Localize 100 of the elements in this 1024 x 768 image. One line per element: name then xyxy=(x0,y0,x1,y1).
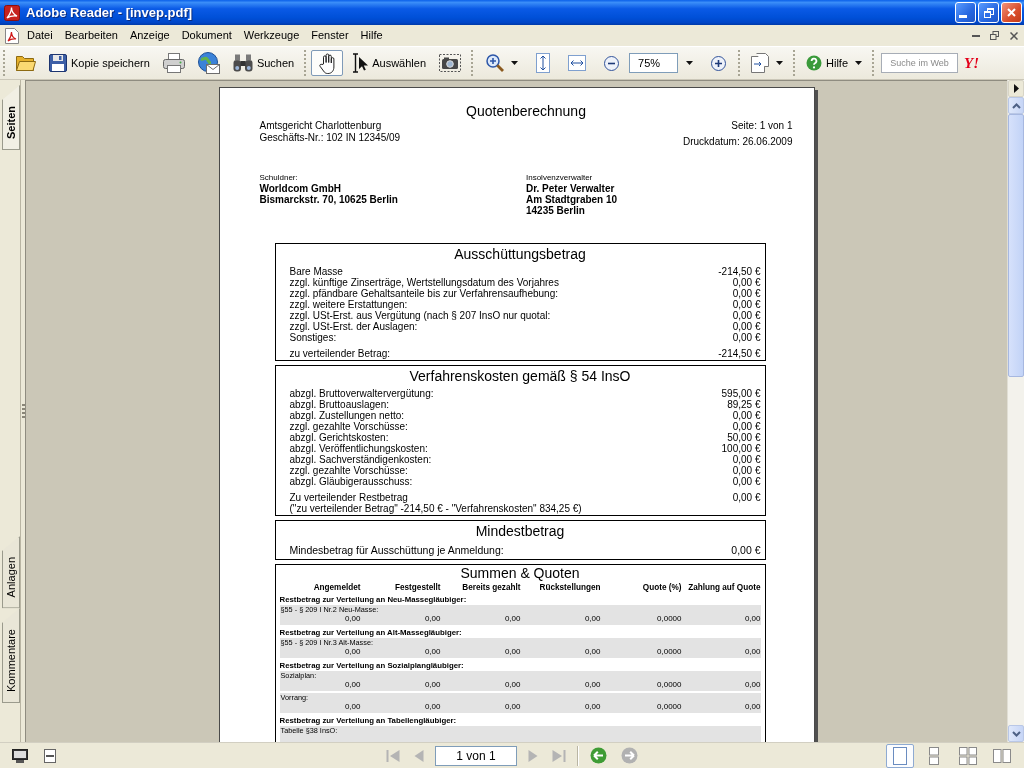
search-button[interactable]: Suchen xyxy=(226,50,301,76)
party-address-line: Dr. Peter Verwalter xyxy=(526,183,616,194)
row-label: zzgl. gezahlte Vorschüsse: xyxy=(289,465,408,476)
column-header: Quote (%) xyxy=(641,582,682,594)
caret-icon xyxy=(686,61,694,65)
page-number-field[interactable]: 1 von 1 xyxy=(435,745,517,766)
row-label: abzgl. Veröffentlichungskosten: xyxy=(289,443,428,454)
table-value: 0,00 xyxy=(343,702,361,712)
minimize-icon xyxy=(959,15,967,18)
table-value: 0,00 xyxy=(583,614,601,624)
logo-button[interactable]: Y! xyxy=(959,54,985,72)
chevron-down-icon xyxy=(1011,730,1021,737)
table-value: 0,00 xyxy=(503,647,521,657)
hand-tool-button[interactable] xyxy=(311,50,344,76)
printer-icon xyxy=(162,53,185,73)
scroll-down-button[interactable] xyxy=(1008,725,1024,742)
table-value: 0,00 xyxy=(423,680,441,690)
side-tab[interactable]: Seiten xyxy=(2,85,20,150)
page-count: Seite: 1 von 1 xyxy=(730,120,793,132)
row-label: zzgl. weitere Erstattungen: xyxy=(289,299,408,310)
table-value: 0,00 xyxy=(423,702,441,712)
web-search-field[interactable]: Suche im Web xyxy=(881,53,959,73)
table-value: 0,0000 xyxy=(656,702,682,712)
table-value: 0,00 xyxy=(503,614,521,624)
options-button[interactable] xyxy=(1008,80,1024,97)
row-value: 0,00 € xyxy=(731,544,761,556)
party-label: Insolvenzverwalter xyxy=(526,173,594,183)
row-value: 0,00 € xyxy=(731,421,761,432)
close-icon xyxy=(1009,31,1018,40)
triangle-left-icon xyxy=(414,748,424,763)
row-label: abzgl. Gläubigerausschuss: xyxy=(289,476,414,487)
menu-item[interactable]: Datei xyxy=(21,27,59,44)
back-arrow-icon xyxy=(590,747,607,764)
window-icon[interactable] xyxy=(44,748,56,763)
table-value: 0,00 xyxy=(343,680,361,690)
menu-item[interactable]: Dokument xyxy=(175,27,238,44)
chevron-up-icon xyxy=(1011,102,1021,109)
page-vertical-arrows-icon xyxy=(536,53,551,73)
folder-icon xyxy=(16,54,36,72)
row-value: 0,00 € xyxy=(731,476,761,487)
zoom-field[interactable]: 75% xyxy=(629,53,679,73)
section-title: Mindestbetrag xyxy=(474,522,566,541)
row-label: Sonstiges: xyxy=(289,332,338,343)
column-header: Zahlung auf Quote xyxy=(687,582,761,594)
camera-icon xyxy=(439,54,462,72)
row-value: 0,00 € xyxy=(731,288,761,299)
table-value: 0,00 xyxy=(583,680,601,690)
close-button[interactable] xyxy=(1001,2,1022,23)
triangle-right-icon xyxy=(528,748,538,763)
row-label: abzgl. Bruttoauslagen: xyxy=(289,399,389,410)
select-tool-button[interactable]: Auswählen xyxy=(346,50,433,76)
scroll-up-button[interactable] xyxy=(1008,97,1024,114)
help-button[interactable]: Hilfe xyxy=(800,50,869,76)
row-label: zzgl. pfändbare Gehaltsanteile bis zur Verfahrensaufhebung: xyxy=(289,288,558,299)
window-title: Adobe Reader - [invep.pdf] xyxy=(26,5,194,20)
pane-splitter[interactable] xyxy=(20,80,26,742)
column-header: Angemeldet xyxy=(312,582,361,594)
last-page-icon xyxy=(552,748,566,763)
row-label: zzgl. USt-Erst. der Auslagen: xyxy=(289,321,418,332)
row-value: 0,00 € xyxy=(731,321,761,332)
court-info-line: Geschäfts-Nr.: 102 IN 12345/09 xyxy=(259,132,401,144)
row-value: 0,00 € xyxy=(731,454,761,465)
restore-button[interactable] xyxy=(978,2,999,23)
close-icon xyxy=(1007,8,1016,17)
four-pages-icon xyxy=(959,746,977,765)
row-value: 0,00 € xyxy=(731,410,761,421)
pdf-document-icon xyxy=(5,27,19,44)
row-label: Mindesbetrag für Ausschüttung je Anmeldung: xyxy=(289,544,505,556)
restore-icon xyxy=(983,7,994,18)
side-tab[interactable]: Kommentare xyxy=(2,608,20,703)
menu-item[interactable]: Hilfe xyxy=(354,27,389,44)
menu-item[interactable]: Anzeige xyxy=(123,27,176,44)
monitor-icon[interactable] xyxy=(12,748,28,763)
help-icon xyxy=(806,55,823,71)
table-value: 0,0000 xyxy=(656,680,682,690)
plus-circle-icon xyxy=(711,55,727,71)
row-label: abzgl. Sachverständigenkosten: xyxy=(289,454,433,465)
caret-icon xyxy=(511,61,519,65)
row-label: abzgl. Zustellungen netto: xyxy=(289,410,405,421)
section-title: Ausschüttungsbetrag xyxy=(453,245,587,264)
page-layout-button[interactable] xyxy=(886,743,914,768)
column-header: Festgestellt xyxy=(394,582,441,594)
menu-item[interactable]: Bearbeiten xyxy=(58,27,124,44)
row-label: abzgl. Gerichtskosten: xyxy=(289,432,389,443)
menu-item[interactable]: Werkzeuge xyxy=(237,27,306,44)
caret-icon xyxy=(855,61,863,65)
row-label: Bare Masse xyxy=(289,266,344,277)
minimize-button[interactable] xyxy=(955,2,976,23)
menu-item[interactable]: Fenster xyxy=(305,27,355,44)
save-copy-button[interactable]: Kopie speichern xyxy=(43,50,156,76)
table-value: 0,00 xyxy=(423,647,441,657)
i-beam-cursor-icon xyxy=(352,53,369,73)
scroll-thumb[interactable] xyxy=(1008,114,1024,377)
row-value: -214,50 € xyxy=(718,266,761,277)
forward-arrow-icon xyxy=(621,747,638,764)
row-label: abzgl. Bruttoverwaltervergütung: xyxy=(289,388,435,399)
row-value: 50,00 € xyxy=(726,432,761,443)
table-value: 0,00 xyxy=(583,647,601,657)
first-page-icon xyxy=(386,748,400,763)
side-tab[interactable]: Anlagen xyxy=(2,535,20,608)
